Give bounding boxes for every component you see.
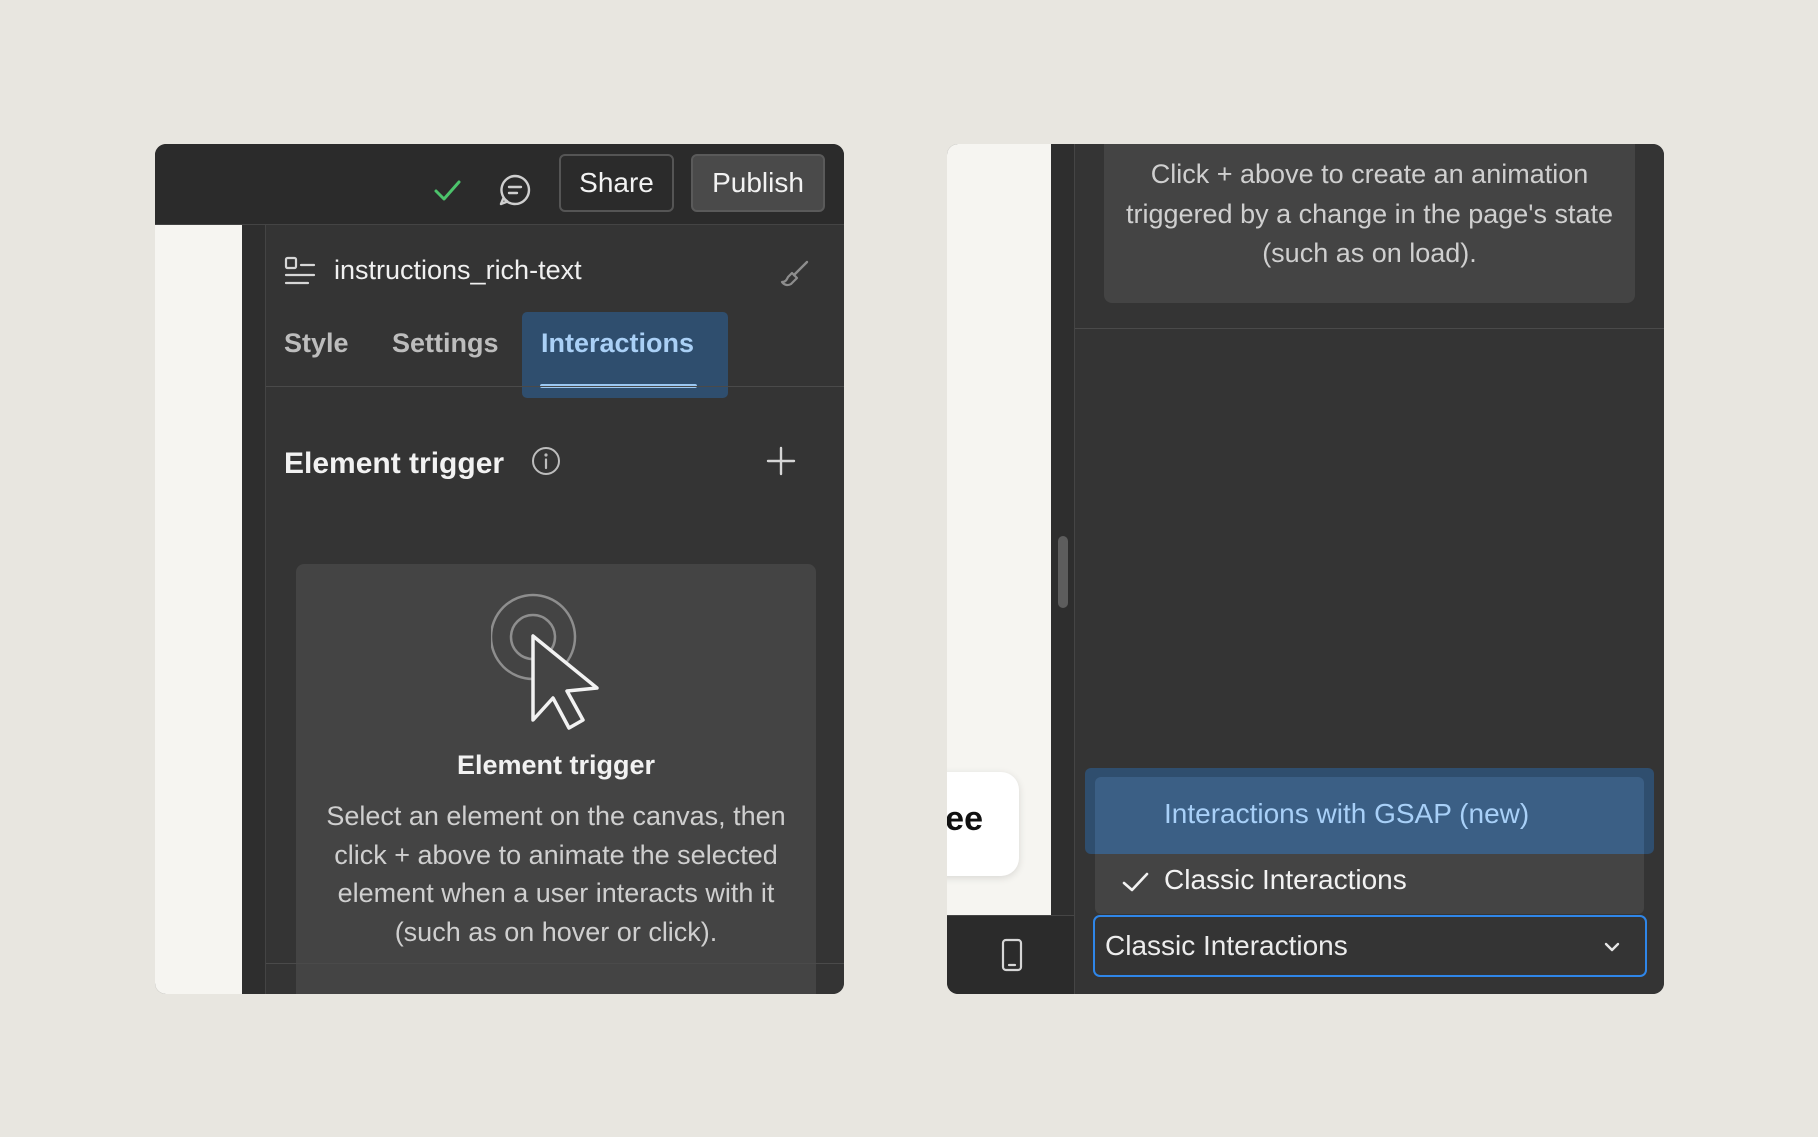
- canvas-element-card[interactable]: ee: [947, 772, 1019, 876]
- selected-element-header: instructions_rich-text: [266, 225, 844, 311]
- empty-state-title: Element trigger: [456, 750, 656, 780]
- option-classic-interactions[interactable]: Classic Interactions: [1095, 854, 1644, 914]
- publish-button[interactable]: Publish: [691, 154, 825, 212]
- interactions-panel-card: Share Publish instructions_rich-text Sty…: [155, 144, 844, 994]
- canvas-area[interactable]: [155, 225, 242, 994]
- element-trigger-empty-state: Element trigger Select an element on the…: [296, 564, 816, 994]
- settings-panel: instructions_rich-text Style Settings In…: [266, 225, 844, 994]
- info-icon[interactable]: [529, 444, 563, 478]
- divider: [266, 963, 844, 964]
- interactions-mode-menu: Interactions with GSAP (new) Classic Int…: [1085, 768, 1654, 914]
- chevron-down-icon: [1597, 932, 1627, 962]
- option-gsap-interactions[interactable]: Interactions with GSAP (new): [1095, 777, 1644, 854]
- canvas-element-text: ee: [947, 800, 983, 838]
- select-value: Classic Interactions: [1105, 930, 1348, 961]
- check-icon: [1117, 864, 1153, 900]
- plus-icon[interactable]: [757, 437, 805, 485]
- mobile-device-icon[interactable]: [990, 933, 1034, 977]
- divider: [266, 386, 844, 387]
- page-trigger-empty-state: Click + above to create an animation tri…: [1104, 144, 1635, 303]
- brush-icon[interactable]: [775, 253, 815, 293]
- divider: [1075, 328, 1664, 329]
- top-toolbar: Share Publish: [155, 144, 844, 225]
- comment-icon[interactable]: [489, 164, 541, 216]
- cursor-click-icon: [491, 592, 621, 732]
- canvas-edge: [242, 225, 266, 994]
- interactions-mode-card: ee Click + above to create an animation …: [947, 144, 1664, 994]
- scrollbar-handle[interactable]: [1058, 536, 1068, 608]
- tab-interactions[interactable]: Interactions: [541, 328, 694, 359]
- element-trigger-heading: Element trigger: [284, 447, 505, 480]
- share-button[interactable]: Share: [559, 154, 674, 212]
- tab-settings[interactable]: Settings: [392, 328, 499, 359]
- device-bar: [947, 915, 1074, 994]
- settings-panel: Click + above to create an animation tri…: [1075, 144, 1664, 994]
- empty-state-description: Click + above to create an animation tri…: [1126, 159, 1613, 268]
- rich-text-icon: [283, 255, 317, 289]
- canvas-area[interactable]: ee: [947, 144, 1051, 915]
- option-label: Classic Interactions: [1164, 864, 1407, 895]
- element-name: instructions_rich-text: [334, 255, 582, 285]
- interactions-mode-select[interactable]: Classic Interactions: [1093, 915, 1647, 977]
- empty-state-description: Select an element on the canvas, then cl…: [326, 801, 786, 947]
- saved-check-icon: [423, 166, 471, 214]
- option-label: Interactions with GSAP (new): [1164, 798, 1530, 829]
- tab-style[interactable]: Style: [284, 328, 349, 359]
